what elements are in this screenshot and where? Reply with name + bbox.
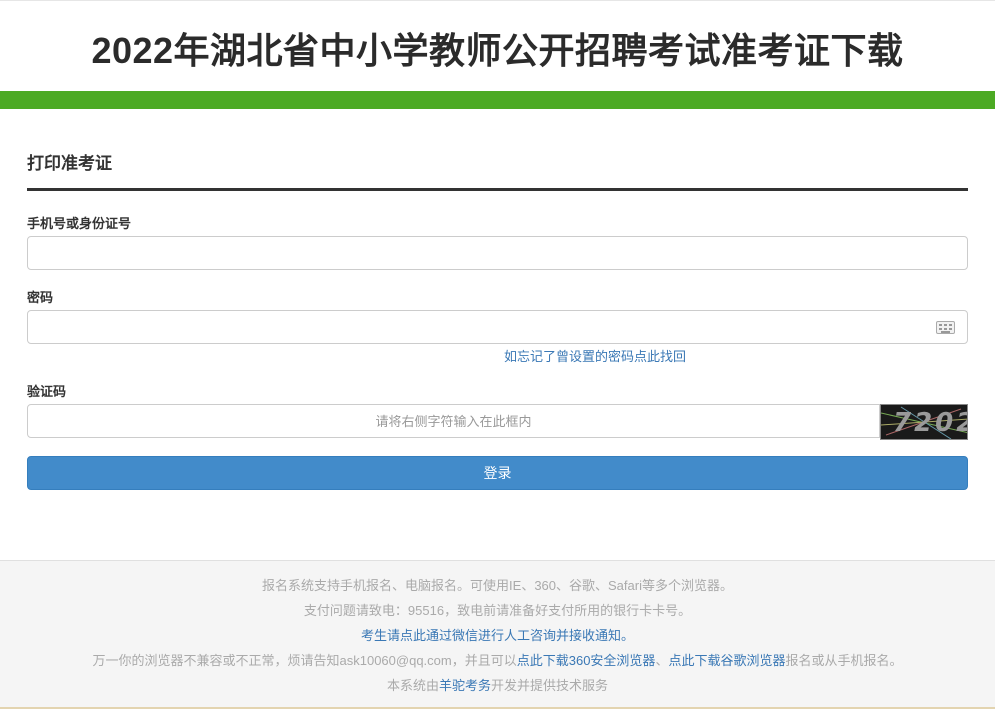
footer-payment-info: 支付问题请致电：95516，致电前请准备好支付所用的银行卡卡号。: [303, 603, 692, 618]
password-label: 密码: [27, 290, 54, 305]
credits-suffix: 开发并提供技术服务: [491, 678, 609, 693]
section-title: 打印准考证: [27, 154, 112, 173]
header-accent-bar: [0, 91, 995, 109]
page-title: 2022年湖北省中小学教师公开招聘考试准考证下载: [91, 30, 904, 71]
id-label: 手机号或身份证号: [27, 216, 132, 231]
password-input[interactable]: [28, 311, 967, 343]
captcha-image[interactable]: 7202: [880, 404, 968, 440]
forgot-password-link[interactable]: 如忘记了曾设置的密码点此找回: [27, 346, 995, 365]
login-button[interactable]: 登录: [27, 456, 968, 490]
vendor-link[interactable]: 羊驼考务: [439, 678, 491, 693]
footer-browser-help: 万一你的浏览器不兼容或不正常，烦请告知ask10060@qq.com，并且可以点…: [0, 650, 995, 669]
id-field-wrapper: [27, 236, 968, 270]
footer: 报名系统支持手机报名、电脑报名。可使用IE、360、谷歌、Safari等多个浏览…: [0, 560, 995, 709]
keyboard-icon[interactable]: [936, 321, 955, 334]
browser-help-prefix: 万一你的浏览器不兼容或不正常，烦请告知ask10060@qq.com，并且可以: [92, 653, 517, 668]
section-divider: [27, 188, 968, 191]
browser-help-suffix: 报名或从手机报名。: [785, 653, 903, 668]
footer-browser-support: 报名系统支持手机报名、电脑报名。可使用IE、360、谷歌、Safari等多个浏览…: [262, 578, 733, 593]
header: 2022年湖北省中小学教师公开招聘考试准考证下载: [0, 0, 995, 92]
download-360-browser-link[interactable]: 点此下载360安全浏览器: [517, 653, 656, 668]
browser-help-separator: 、: [655, 653, 669, 668]
footer-wechat-line: 考生请点此通过微信进行人工咨询并接收通知。: [0, 625, 995, 644]
wechat-consult-link[interactable]: 考生请点此通过微信进行人工咨询并接收通知。: [361, 628, 634, 643]
download-chrome-link[interactable]: 点此下载谷歌浏览器: [668, 653, 785, 668]
captcha-image-text: 7202: [893, 408, 967, 438]
id-input[interactable]: [28, 237, 967, 269]
captcha-input[interactable]: [28, 405, 879, 437]
credits-prefix: 本系统由: [386, 678, 439, 693]
captcha-label: 验证码: [27, 384, 67, 399]
password-field-wrapper: [27, 310, 968, 344]
captcha-field-wrapper: [27, 404, 880, 438]
footer-credits: 本系统由羊驼考务开发并提供技术服务: [0, 675, 995, 694]
